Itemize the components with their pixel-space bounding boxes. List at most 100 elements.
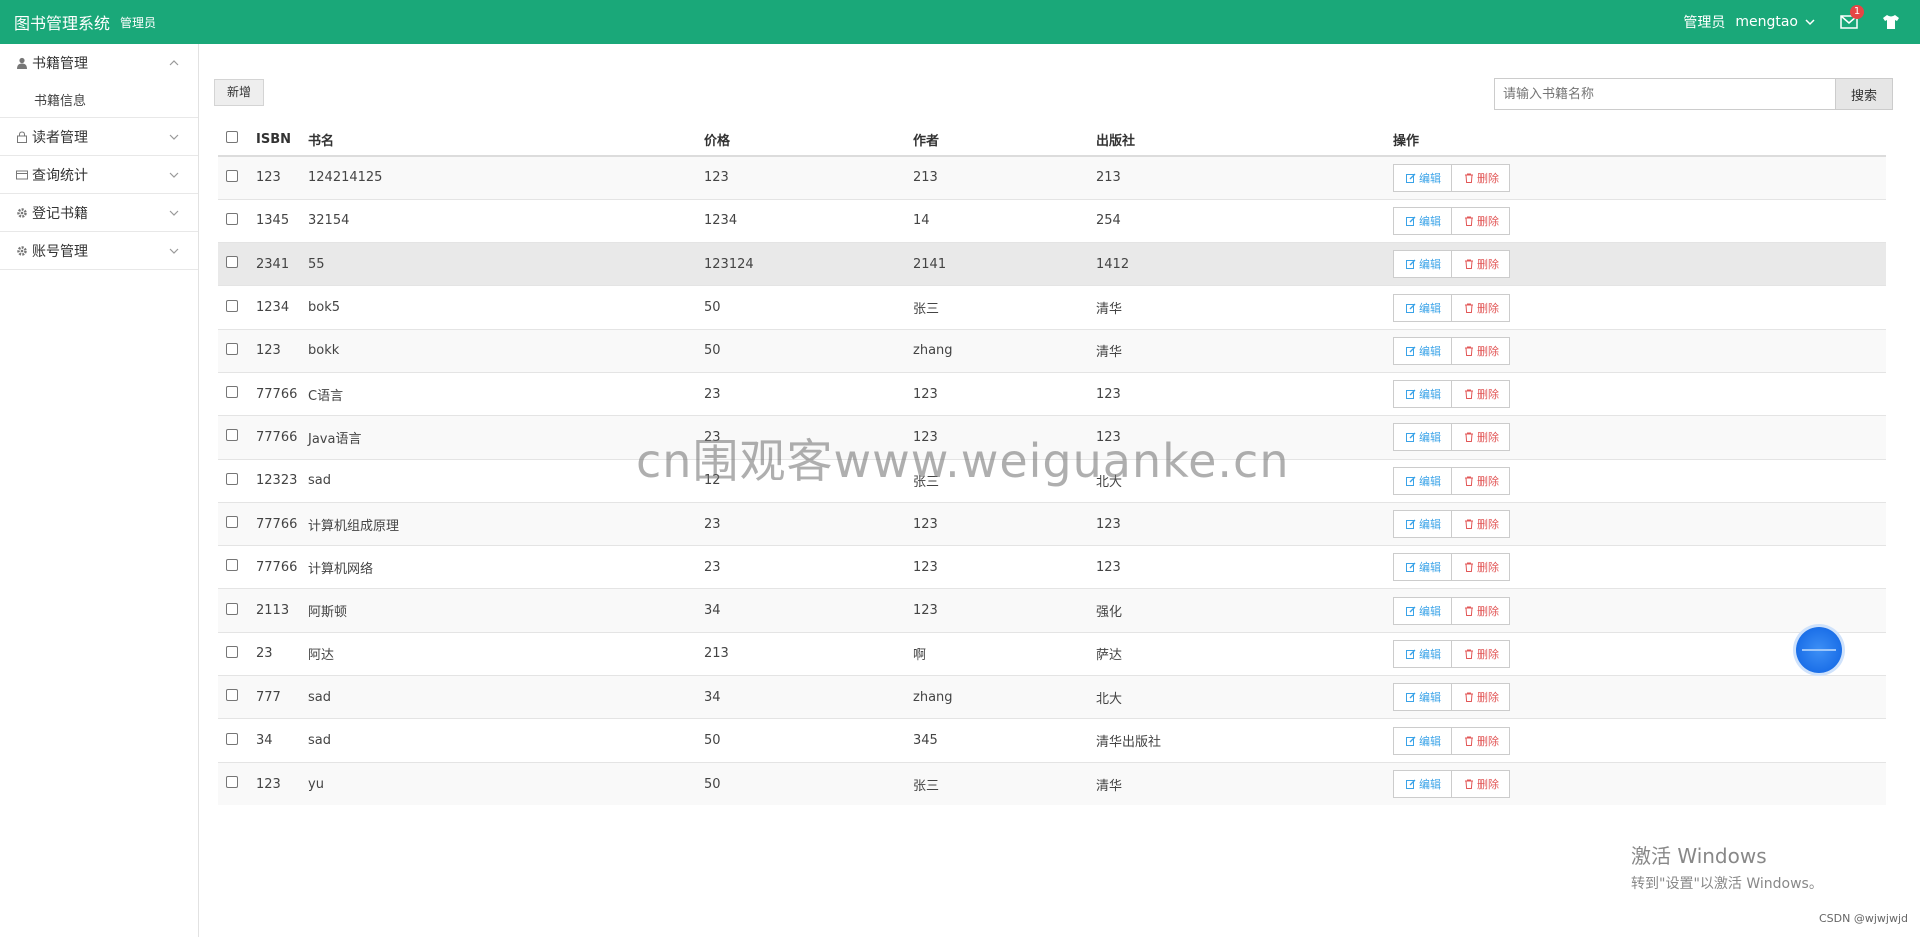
delete-button[interactable]: 删除	[1452, 380, 1510, 409]
delete-button[interactable]: 删除	[1452, 639, 1510, 668]
table-header-row: ISBN 书名 价格 作者 出版社 操作	[218, 123, 1886, 157]
cell-name: Java语言	[306, 415, 702, 460]
edit-button[interactable]: 编辑	[1393, 163, 1452, 192]
row-checkbox[interactable]	[226, 342, 238, 355]
menu-accounts-label: 账号管理	[32, 243, 88, 260]
row-checkbox[interactable]	[226, 299, 238, 312]
cell-ops: 编辑 删除	[1391, 371, 1886, 416]
menu-accounts[interactable]: 账号管理	[0, 232, 198, 269]
menu-register[interactable]: 登记书籍	[0, 194, 198, 231]
delete-button[interactable]: 删除	[1452, 553, 1510, 582]
trash-icon	[1465, 346, 1473, 356]
row-checkbox[interactable]	[226, 559, 238, 572]
edit-button[interactable]: 编辑	[1393, 423, 1452, 452]
table-row: 12323 sad 12 张三 北大 编辑 删除	[218, 458, 1886, 503]
row-checkbox[interactable]	[226, 602, 238, 615]
edit-button[interactable]: 编辑	[1393, 553, 1452, 582]
select-all-cell	[218, 123, 254, 157]
cell-author: 213	[911, 155, 1094, 200]
windows-activation-notice: 激活 Windows 转到"设置"以激活 Windows。	[1631, 840, 1823, 893]
row-checkbox[interactable]	[226, 212, 238, 225]
row-select-cell	[218, 588, 254, 633]
delete-button[interactable]: 删除	[1452, 423, 1510, 452]
menu-group-stats: 查询统计	[0, 156, 198, 194]
row-select-cell	[218, 631, 254, 676]
table-row: 34 sad 50 345 清华出版社 编辑 删除	[218, 718, 1886, 763]
edit-button[interactable]: 编辑	[1393, 293, 1452, 322]
row-checkbox[interactable]	[226, 169, 238, 182]
col-isbn: ISBN	[254, 123, 306, 157]
edit-icon	[1406, 432, 1416, 443]
delete-button[interactable]: 删除	[1452, 250, 1510, 279]
edit-button[interactable]: 编辑	[1393, 770, 1452, 799]
theme-shirt-icon[interactable]	[1882, 14, 1900, 30]
cell-author: 张三	[911, 285, 1094, 330]
edit-button[interactable]: 编辑	[1393, 466, 1452, 495]
edit-button[interactable]: 编辑	[1393, 250, 1452, 279]
delete-button[interactable]: 删除	[1452, 466, 1510, 495]
mail-button[interactable]: 1	[1840, 5, 1864, 29]
search-button[interactable]: 搜索	[1836, 78, 1893, 110]
menu-books[interactable]: 书籍管理	[0, 44, 198, 81]
header-user-area: 管理员 mengtao 1	[1683, 0, 1920, 44]
row-select-cell	[218, 675, 254, 719]
cell-name: 阿斯顿	[306, 588, 702, 633]
delete-button[interactable]: 删除	[1452, 596, 1510, 625]
books-table: ISBN 书名 价格 作者 出版社 操作 123 124214125 123 213 2…	[218, 123, 1886, 806]
search-input[interactable]	[1494, 78, 1836, 110]
edit-button[interactable]: 编辑	[1393, 380, 1452, 409]
delete-button[interactable]: 删除	[1452, 336, 1510, 365]
edit-button[interactable]: 编辑	[1393, 683, 1452, 712]
add-book-button[interactable]: 新增	[214, 79, 265, 106]
delete-button[interactable]: 删除	[1452, 206, 1510, 235]
cell-name: yu	[306, 761, 702, 806]
row-checkbox[interactable]	[226, 689, 238, 702]
delete-label: 删除	[1477, 734, 1499, 748]
trash-icon	[1465, 562, 1473, 573]
cell-isbn: 123	[254, 155, 306, 200]
edit-icon	[1406, 259, 1416, 270]
delete-button[interactable]: 删除	[1452, 510, 1510, 539]
delete-button[interactable]: 删除	[1452, 293, 1510, 322]
delete-button[interactable]: 删除	[1452, 726, 1510, 755]
username-menu[interactable]: mengtao	[1735, 14, 1798, 30]
row-checkbox[interactable]	[226, 472, 238, 485]
trash-icon	[1465, 303, 1473, 313]
row-checkbox[interactable]	[226, 516, 238, 529]
edit-button[interactable]: 编辑	[1393, 596, 1452, 625]
row-checkbox[interactable]	[226, 645, 238, 658]
edit-icon	[1406, 346, 1416, 356]
delete-button[interactable]: 删除	[1452, 770, 1510, 799]
row-checkbox[interactable]	[226, 776, 238, 789]
row-checkbox[interactable]	[226, 386, 238, 399]
activation-title: 激活 Windows	[1631, 844, 1767, 868]
submenu-book-info[interactable]: 书籍信息	[0, 81, 198, 117]
cell-author: 123	[911, 501, 1094, 546]
menu-readers[interactable]: 读者管理	[0, 118, 198, 155]
delete-label: 删除	[1477, 474, 1499, 488]
menu-stats[interactable]: 查询统计	[0, 156, 198, 193]
table-row: 77766 Java语言 23 123 123 编辑 删除	[218, 415, 1886, 460]
cell-name: sad	[306, 458, 702, 503]
edit-button[interactable]: 编辑	[1393, 639, 1452, 668]
cell-isbn: 1345	[254, 198, 306, 243]
cell-publisher: 强化	[1094, 588, 1391, 633]
row-checkbox[interactable]	[226, 256, 238, 269]
row-checkbox[interactable]	[226, 429, 238, 442]
select-all-checkbox[interactable]	[226, 131, 238, 143]
delete-button[interactable]: 删除	[1452, 683, 1510, 712]
edit-button[interactable]: 编辑	[1393, 206, 1452, 235]
trash-icon	[1465, 606, 1473, 616]
floating-action-button[interactable]	[1796, 627, 1842, 673]
edit-button[interactable]: 编辑	[1393, 510, 1452, 539]
cell-name: sad	[306, 718, 702, 763]
edit-button[interactable]: 编辑	[1393, 336, 1452, 365]
cell-price: 12	[702, 458, 911, 503]
table-row: 77766 计算机网络 23 123 123 编辑 删除	[218, 545, 1886, 589]
cell-publisher: 清华	[1094, 328, 1391, 373]
delete-button[interactable]: 删除	[1452, 163, 1510, 192]
chevron-down-icon[interactable]	[1804, 16, 1816, 28]
edit-button[interactable]: 编辑	[1393, 726, 1452, 755]
submenu-book-info-label: 书籍信息	[34, 93, 87, 109]
row-checkbox[interactable]	[226, 732, 238, 745]
